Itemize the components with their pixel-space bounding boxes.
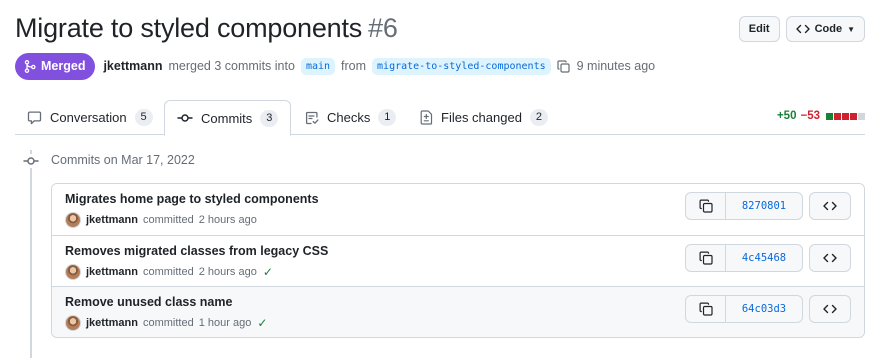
diffstat-bar (850, 112, 857, 120)
merged-time: 9 minutes ago (576, 59, 656, 73)
commit-message[interactable]: Remove unused class name (65, 295, 232, 309)
diffstat-bar (834, 112, 841, 120)
copy-icon (699, 199, 713, 213)
tab-checks-label: Checks (327, 110, 371, 125)
timeline-line (30, 150, 32, 358)
code-icon (823, 201, 837, 211)
commit-message[interactable]: Migrates home page to styled components (65, 192, 319, 206)
commit-author[interactable]: jkettmann (86, 317, 138, 329)
commit-author[interactable]: jkettmann (86, 214, 138, 226)
sha-button-group: 8270801 (685, 192, 803, 220)
commit-actions: 8270801 (685, 192, 851, 220)
commit-action: committed (142, 214, 194, 226)
tab-files-changed-label: Files changed (441, 110, 522, 125)
tab-commits-label: Commits (201, 110, 253, 126)
pr-header: Migrate to styled components #6 (15, 10, 865, 50)
file-diff-icon (420, 110, 433, 125)
from-text: from (341, 59, 367, 73)
edit-button[interactable]: Edit (738, 16, 780, 42)
copy-sha-button[interactable] (686, 193, 726, 219)
diffstat-bar (858, 112, 865, 120)
checklist-icon (305, 111, 319, 125)
commit-actions: 64c03d3 (685, 295, 851, 323)
header-actions: Edit Code ▼ (738, 16, 865, 42)
merged-text: merged 3 commits into (168, 59, 295, 73)
commits-date-heading: Commits on Mar 17, 2022 (51, 153, 195, 167)
avatar[interactable] (65, 315, 81, 331)
browse-repo-button[interactable] (809, 192, 851, 220)
commit-time: 2 hours ago (198, 266, 257, 278)
diffstat-bars (826, 112, 865, 120)
timeline-commit-icon (22, 154, 40, 168)
merge-icon (24, 59, 36, 73)
diffstat-bar (826, 112, 833, 120)
commit-sha-link[interactable]: 8270801 (726, 193, 802, 219)
code-icon (823, 304, 837, 314)
browse-repo-button[interactable] (809, 244, 851, 272)
commit-actions: 4c45468 (685, 244, 851, 272)
code-icon (823, 253, 837, 263)
diffstat: +50 −53 (777, 110, 865, 122)
commit-action: committed (142, 266, 194, 278)
merged-state-badge: Merged (15, 52, 96, 80)
pr-meta: Merged jkettmann merged 3 commits into m… (15, 52, 655, 80)
copy-icon (699, 251, 713, 265)
commit-author[interactable]: jkettmann (86, 266, 138, 278)
commit-time: 1 hour ago (198, 317, 252, 329)
commit-action: committed (142, 317, 194, 329)
code-button[interactable]: Code ▼ (785, 16, 865, 42)
copy-icon (699, 302, 713, 316)
commit-row: Migrates home page to styled components … (52, 184, 864, 235)
pr-author-link[interactable]: jkettmann (103, 59, 162, 73)
pr-number: #6 (368, 13, 398, 43)
tab-files-changed[interactable]: Files changed 2 (408, 100, 560, 135)
commit-icon (177, 112, 193, 124)
tab-commits[interactable]: Commits 3 (164, 100, 292, 136)
commit-meta: jkettmann committed 2 hours ago ✓ (65, 264, 273, 280)
avatar[interactable] (65, 264, 81, 280)
pr-tabs: Conversation 5 Commits 3 Checks 1 Files … (15, 100, 865, 136)
commit-row: Removes migrated classes from legacy CSS… (52, 235, 864, 286)
base-branch[interactable]: main (300, 57, 336, 75)
head-branch[interactable]: migrate-to-styled-components (372, 57, 551, 75)
pr-title: Migrate to styled components #6 (15, 10, 865, 46)
commit-message[interactable]: Removes migrated classes from legacy CSS (65, 244, 328, 258)
sha-button-group: 64c03d3 (685, 295, 803, 323)
commit-row: Remove unused class name jkettmann commi… (52, 286, 864, 337)
tab-checks[interactable]: Checks 1 (293, 100, 408, 135)
copy-sha-button[interactable] (686, 245, 726, 271)
merged-state-label: Merged (41, 59, 86, 73)
diffstat-deletions: −53 (800, 110, 820, 122)
commit-sha-link[interactable]: 64c03d3 (726, 296, 802, 322)
caret-down-icon: ▼ (847, 24, 855, 34)
tab-conversation-label: Conversation (50, 110, 127, 125)
tab-conversation[interactable]: Conversation 5 (15, 100, 165, 135)
code-button-label: Code (814, 23, 843, 35)
sha-button-group: 4c45468 (685, 244, 803, 272)
code-icon (795, 24, 810, 34)
copy-branch-icon[interactable] (557, 59, 571, 73)
check-icon[interactable]: ✓ (263, 265, 273, 279)
check-icon[interactable]: ✓ (257, 316, 267, 330)
tab-checks-count: 1 (378, 109, 397, 126)
edit-button-label: Edit (748, 23, 770, 35)
tab-commits-count: 3 (260, 109, 279, 127)
commit-meta: jkettmann committed 2 hours ago (65, 212, 257, 228)
commit-sha-link[interactable]: 4c45468 (726, 245, 802, 271)
copy-sha-button[interactable] (686, 296, 726, 322)
commit-list: Migrates home page to styled components … (51, 183, 865, 338)
comment-icon (27, 110, 42, 125)
commit-meta: jkettmann committed 1 hour ago ✓ (65, 315, 267, 331)
pr-title-text: Migrate to styled components (15, 13, 363, 43)
browse-repo-button[interactable] (809, 295, 851, 323)
tab-conversation-count: 5 (134, 109, 153, 126)
avatar[interactable] (65, 212, 81, 228)
diffstat-additions: +50 (776, 110, 797, 122)
commit-time: 2 hours ago (198, 214, 257, 226)
diffstat-bar (842, 112, 849, 120)
tab-files-changed-count: 2 (529, 109, 548, 126)
